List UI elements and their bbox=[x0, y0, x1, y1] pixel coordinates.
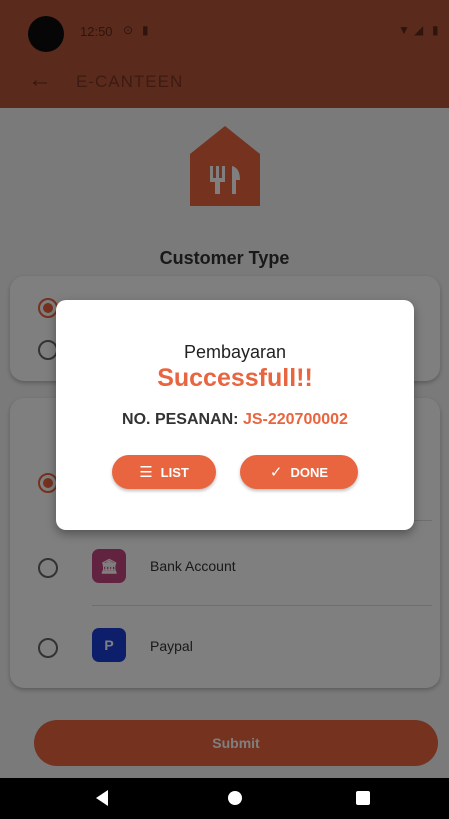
list-icon: ☰ bbox=[139, 464, 153, 481]
done-button-label: DONE bbox=[290, 464, 329, 480]
list-button[interactable]: ☰ LIST bbox=[112, 455, 216, 489]
home-circle-icon[interactable] bbox=[228, 791, 242, 805]
list-button-label: LIST bbox=[160, 464, 189, 480]
screen: 12:50 ⊙ ▮ ▼ ◢ ▮ ← E-CANTEEN Customer Typ… bbox=[0, 0, 449, 819]
done-button[interactable]: ✓ DONE bbox=[240, 455, 358, 489]
back-triangle-icon[interactable] bbox=[96, 790, 108, 806]
recents-square-icon[interactable] bbox=[356, 791, 370, 805]
system-nav-bar bbox=[0, 778, 449, 819]
check-icon: ✓ bbox=[269, 464, 283, 481]
success-dialog: Pembayaran Successfull!! NO. PESANAN: JS… bbox=[56, 300, 414, 530]
dialog-success-text: Successfull!! bbox=[157, 364, 313, 392]
order-number-line: NO. PESANAN: JS-220700002 bbox=[56, 411, 414, 429]
dialog-title: Pembayaran bbox=[183, 342, 287, 362]
order-number-value: JS-220700002 bbox=[242, 411, 348, 428]
order-number-label: NO. PESANAN: bbox=[122, 411, 239, 428]
